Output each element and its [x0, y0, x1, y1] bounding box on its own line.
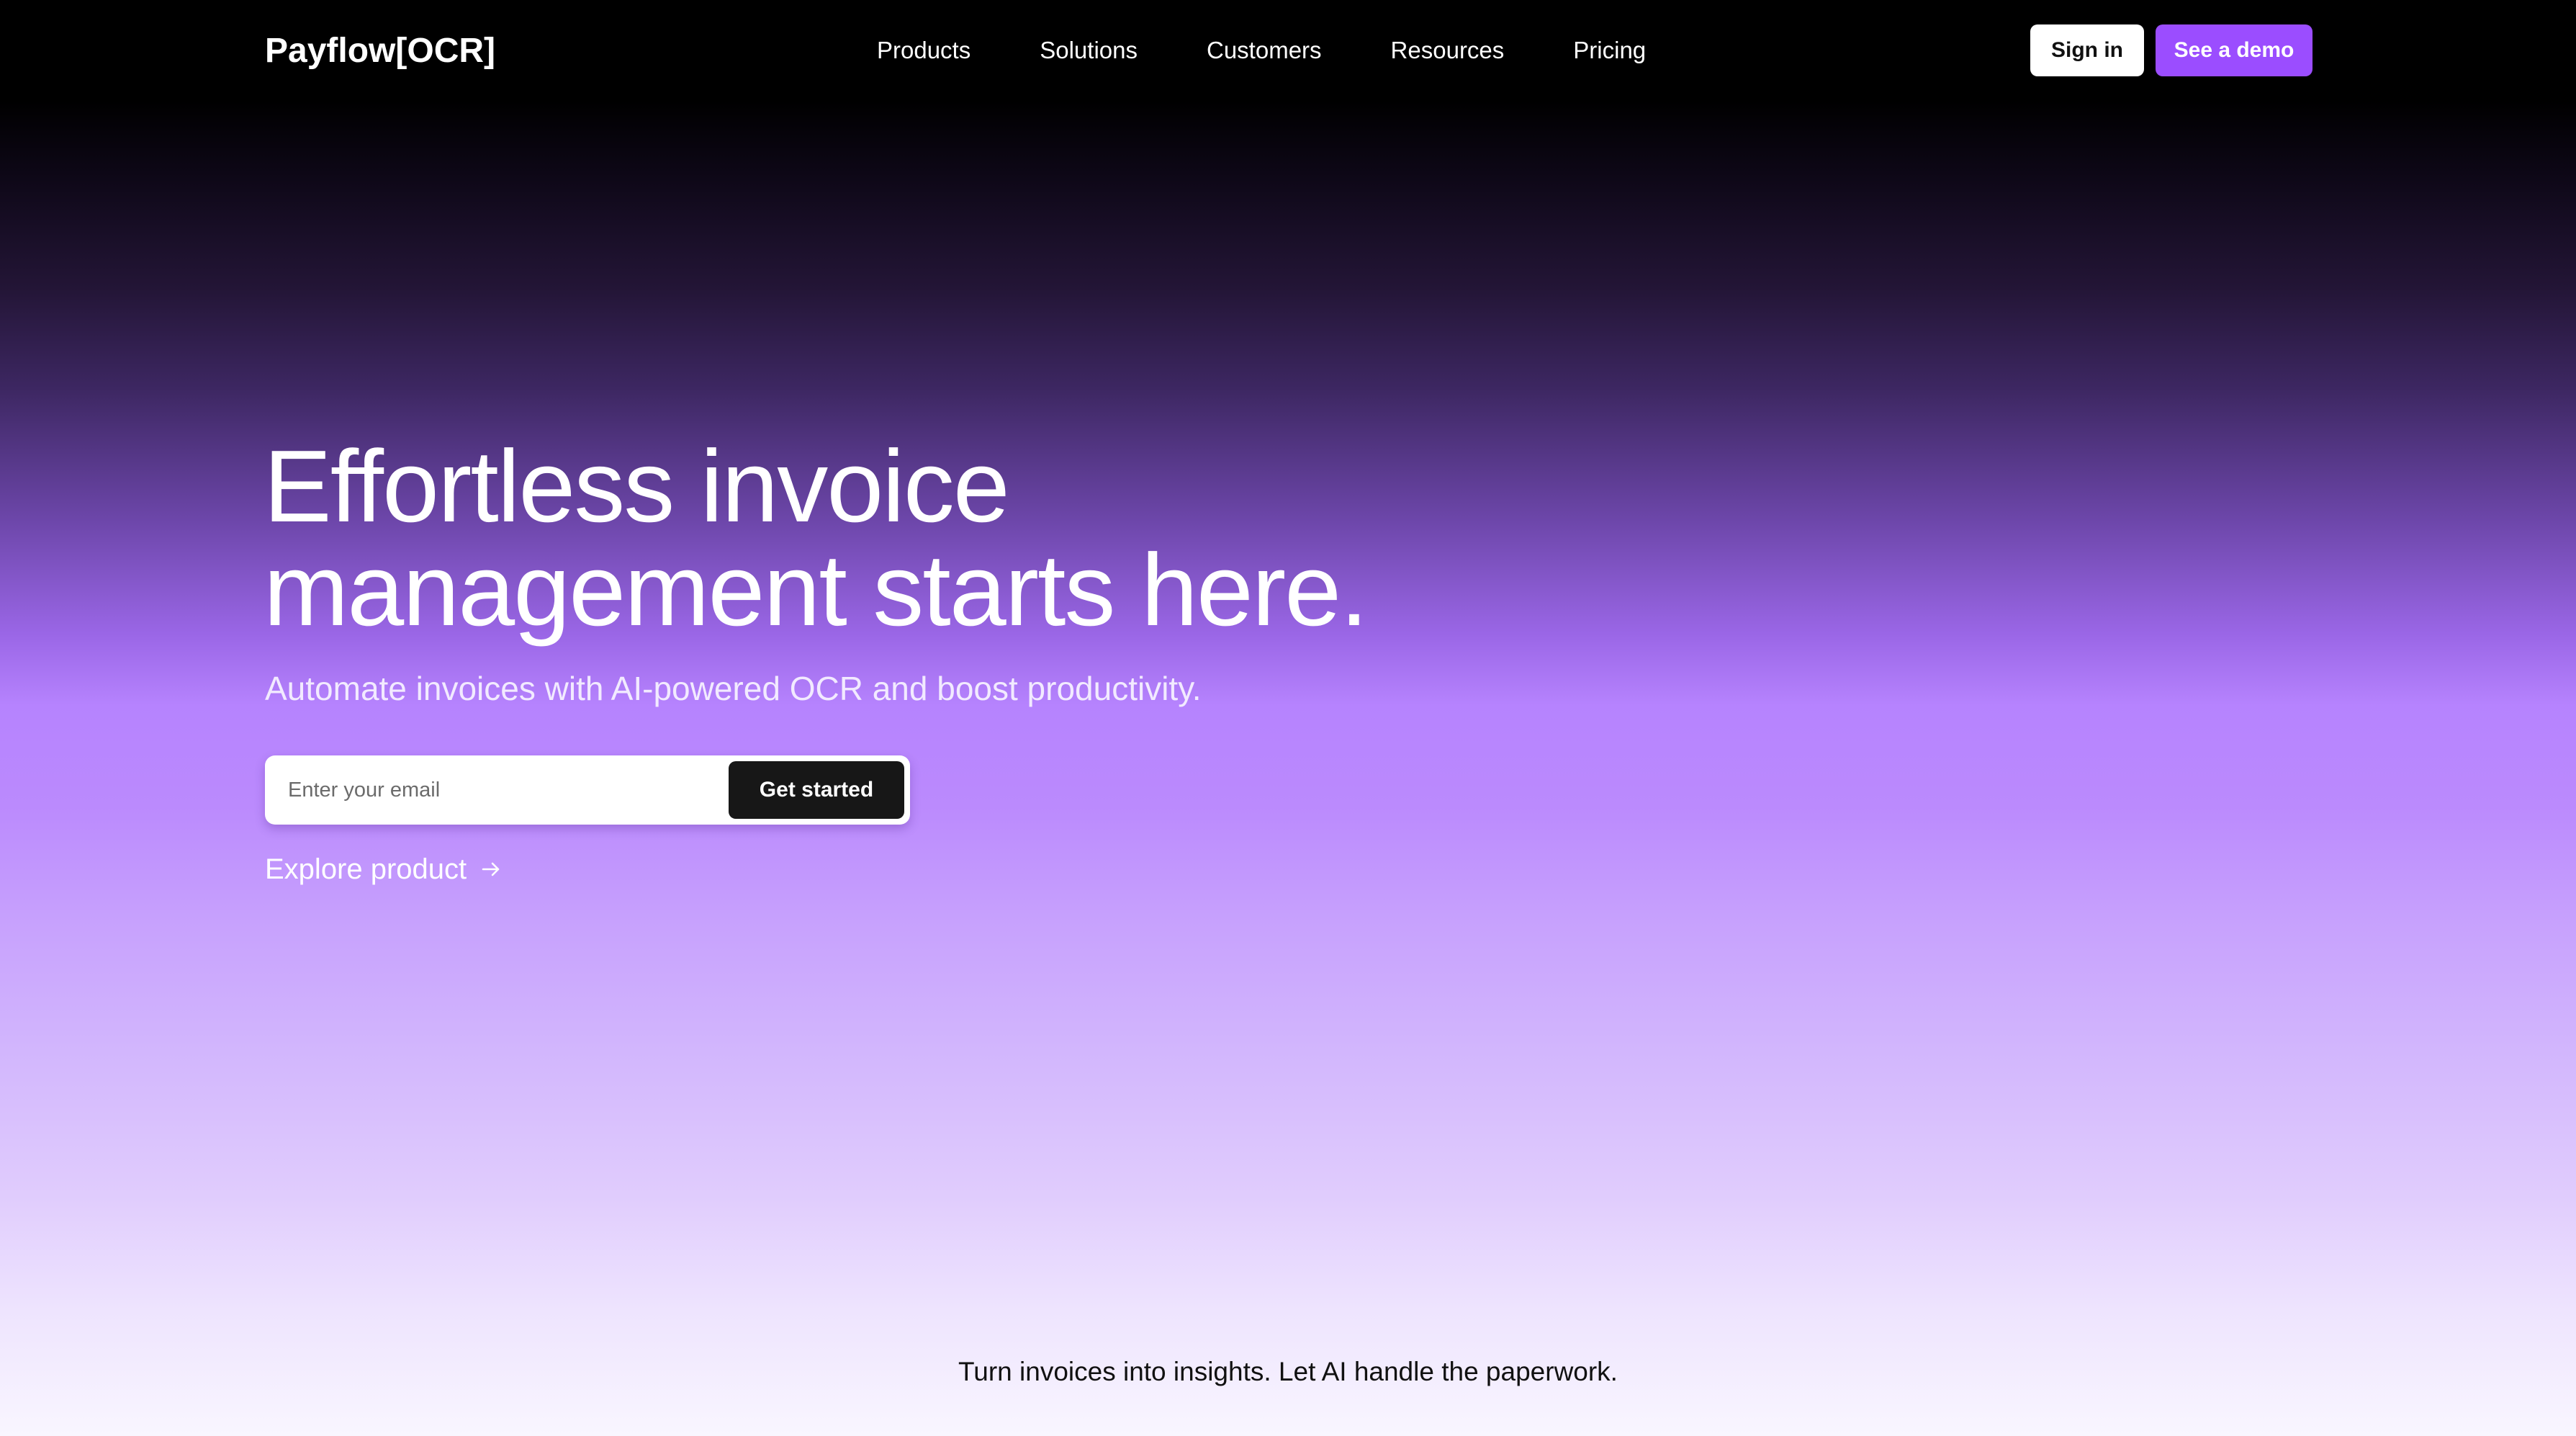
tagline: Turn invoices into insights. Let AI hand…	[958, 1357, 1618, 1386]
hero-title-line-2: management starts here.	[264, 533, 1369, 647]
hero-title-line-1: Effortless invoice	[264, 429, 1010, 544]
nav-link-products[interactable]: Products	[877, 33, 970, 68]
nav-links: Products Solutions Customers Resources P…	[877, 33, 1646, 68]
nav-link-solutions[interactable]: Solutions	[1040, 33, 1138, 68]
nav-link-resources[interactable]: Resources	[1391, 33, 1505, 68]
nav-link-pricing[interactable]: Pricing	[1573, 33, 1646, 68]
get-started-button[interactable]: Get started	[729, 761, 904, 819]
hero-title: Effortless invoice management starts her…	[264, 429, 1369, 647]
email-signup-form: Get started	[265, 755, 910, 825]
explore-product-link[interactable]: Explore product	[265, 850, 501, 889]
see-a-demo-button[interactable]: See a demo	[2156, 24, 2312, 76]
hero-subtitle: Automate invoices with AI-powered OCR an…	[265, 670, 1202, 707]
sign-in-button[interactable]: Sign in	[2030, 24, 2144, 76]
email-input[interactable]	[288, 768, 691, 812]
explore-product-label: Explore product	[265, 853, 467, 885]
nav-link-customers[interactable]: Customers	[1207, 33, 1322, 68]
arrow-right-icon	[481, 859, 501, 879]
landing-page: Payflow[OCR] Products Solutions Customer…	[0, 0, 2576, 1436]
top-navigation: Payflow[OCR] Products Solutions Customer…	[0, 0, 2576, 101]
brand-logo[interactable]: Payflow[OCR]	[265, 27, 495, 75]
